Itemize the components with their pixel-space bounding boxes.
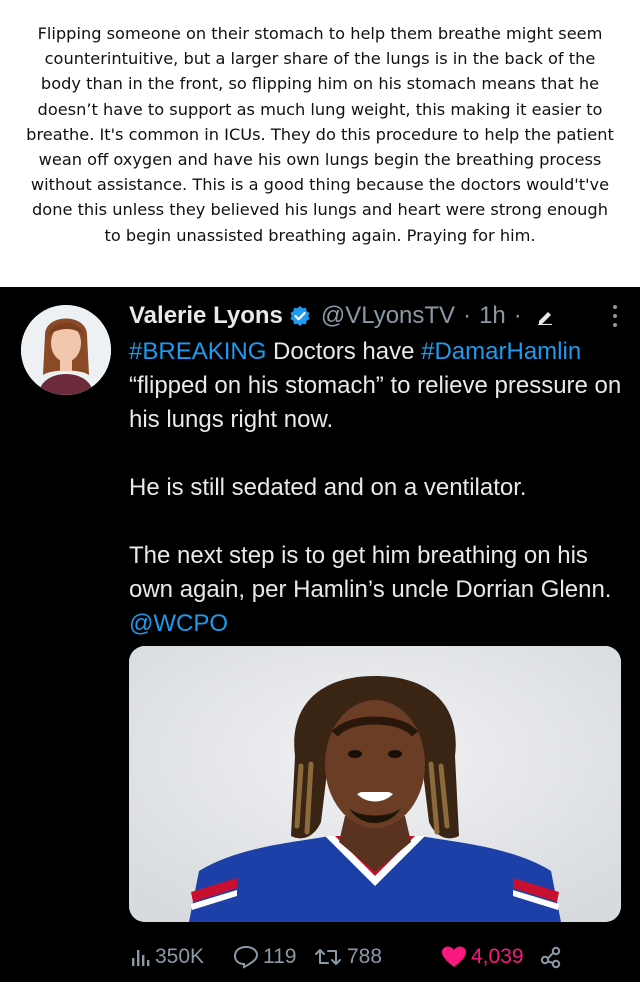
author-name[interactable]: Valerie Lyons	[129, 302, 283, 330]
reply-count: 119	[263, 945, 297, 968]
hashtag-breaking[interactable]: #BREAKING	[129, 338, 266, 365]
views-count: 350K	[155, 945, 205, 968]
heart-icon	[442, 946, 466, 967]
separator-dot: ·	[513, 302, 522, 329]
mention-wcpo[interactable]: @WCPO	[129, 610, 228, 637]
like-count: 4,039	[471, 945, 524, 968]
share-icon	[540, 946, 561, 969]
caption-text: Flipping someone on their stomach to hel…	[0, 0, 640, 287]
tweet-text-segment: The next step is to get him breathing on…	[129, 542, 612, 603]
tweet-header: Valerie Lyons @VLyonsTV · 1h ·	[129, 301, 554, 331]
verified-badge-icon	[290, 306, 310, 326]
retweet-count: 788	[347, 945, 383, 968]
tweet-paragraph-2: He is still sedated and on a ventilator.	[129, 474, 527, 501]
like-button[interactable]: 4,039	[441, 945, 539, 969]
tweet-paragraph-1: #BREAKING Doctors have #DamarHamlin “fli…	[129, 335, 624, 437]
retweet-icon	[315, 949, 341, 965]
retweet-button[interactable]: 788	[313, 945, 441, 969]
avatar[interactable]	[21, 305, 111, 395]
tweet-actions: 350K 119 788 4,039	[129, 942, 569, 972]
share-button[interactable]	[539, 945, 569, 969]
views-icon	[132, 950, 150, 966]
tweet-text-segment: “flipped on his stomach” to relieve pres…	[129, 372, 622, 433]
hashtag-damarhamlin[interactable]: #DamarHamlin	[421, 338, 581, 365]
author-handle[interactable]: @VLyonsTV	[321, 302, 455, 330]
reply-icon	[233, 945, 259, 969]
separator-dot: ·	[463, 302, 472, 329]
tweet-timestamp[interactable]: 1h	[479, 302, 506, 330]
tweet-text: #BREAKING Doctors have #DamarHamlin “fli…	[129, 335, 624, 675]
more-options-icon[interactable]	[612, 305, 618, 327]
views-stat[interactable]: 350K	[129, 945, 233, 969]
tweet-card[interactable]: Valerie Lyons @VLyonsTV · 1h · #BREAKING…	[0, 287, 640, 982]
edited-pencil-icon[interactable]	[536, 307, 554, 325]
tweet-paragraph-3: The next step is to get him breathing on…	[129, 539, 624, 641]
tweet-photo[interactable]	[129, 646, 621, 922]
reply-button[interactable]: 119	[233, 945, 313, 969]
tweet-text-segment: Doctors have	[266, 338, 422, 365]
